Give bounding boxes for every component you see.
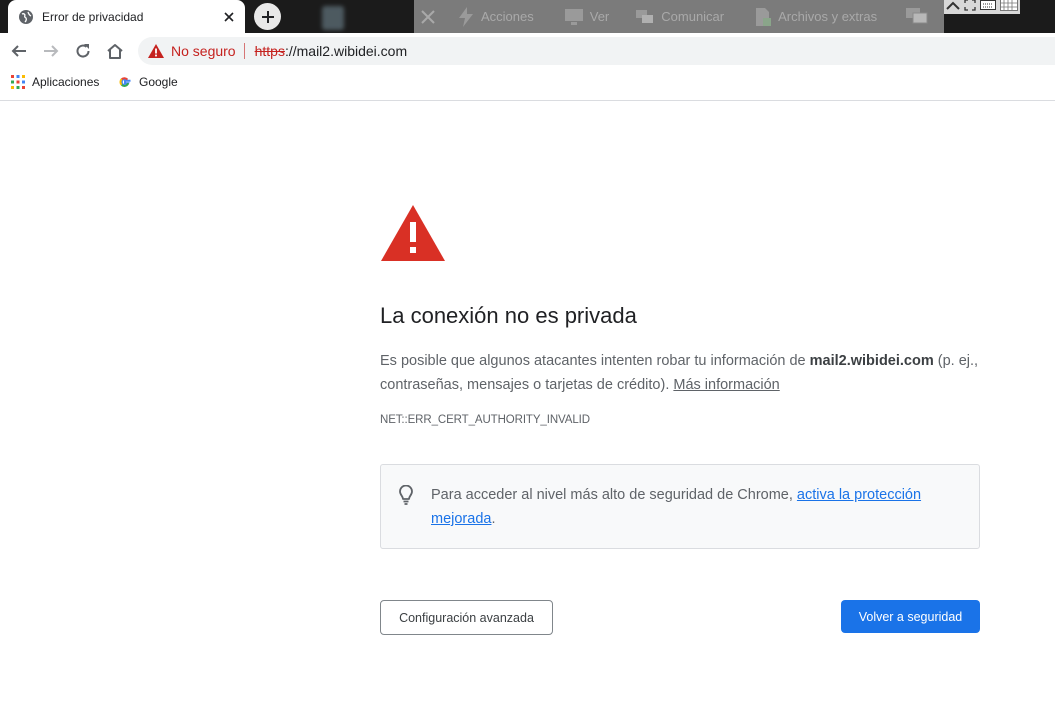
monitor-icon: [564, 8, 583, 25]
remote-files-label: Archivos y extras: [778, 9, 878, 24]
back-button[interactable]: [5, 37, 33, 65]
file-icon: [756, 7, 772, 26]
reload-icon: [76, 44, 90, 58]
omnibox-divider: [243, 43, 245, 59]
forward-button[interactable]: [37, 37, 65, 65]
url-host: ://mail2.wibidei.com: [284, 43, 408, 59]
enhanced-protection-tip: Para acceder al nivel más alto de seguri…: [380, 464, 980, 549]
navigation-bar: No seguro https://mail2.wibidei.com: [0, 33, 1055, 69]
apps-grid-icon: [11, 75, 25, 89]
remote-view-label: Ver: [589, 9, 610, 24]
lightbulb-icon: [399, 485, 413, 505]
globe-icon: [19, 9, 33, 24]
error-code: NET::ERR_CERT_AUTHORITY_INVALID: [380, 414, 590, 426]
chevron-up-icon[interactable]: [946, 0, 960, 16]
home-button[interactable]: [101, 37, 129, 65]
warning-triangle-icon: [148, 44, 164, 58]
keyboard-icon[interactable]: [980, 0, 996, 16]
reload-button[interactable]: [69, 37, 97, 65]
fullscreen-icon[interactable]: [964, 0, 976, 16]
remote-actions-label: Acciones: [481, 9, 534, 24]
close-tab-icon[interactable]: [217, 5, 241, 29]
bookmarks-bar: Aplicaciones Google: [0, 69, 1055, 101]
tab-privacy-error[interactable]: Error de privacidad: [8, 0, 245, 33]
bookmark-apps[interactable]: Aplicaciones: [11, 75, 99, 89]
remote-close-icon[interactable]: [414, 0, 447, 33]
lightning-icon: [459, 6, 473, 27]
remote-communicate-menu[interactable]: Comunicar: [635, 0, 724, 33]
back-to-safety-button[interactable]: Volver a seguridad: [841, 600, 980, 633]
security-label: No seguro: [171, 43, 236, 59]
bookmark-google[interactable]: Google: [118, 75, 178, 89]
large-warning-icon: [381, 205, 445, 261]
blurred-tab-icon: [322, 6, 344, 30]
chat-icon: [636, 9, 654, 23]
address-bar[interactable]: No seguro https://mail2.wibidei.com: [138, 37, 1055, 65]
remote-monitors-icon[interactable]: [905, 0, 935, 33]
remote-control-toolbar: Acciones Ver Comunicar Archivos y extras: [414, 0, 944, 33]
arrow-left-icon: [11, 45, 26, 57]
site-domain: mail2.wibidei.com: [809, 353, 934, 369]
home-icon: [107, 44, 123, 59]
google-icon: [119, 77, 131, 87]
advanced-button[interactable]: Configuración avanzada: [380, 600, 553, 635]
url-text: https://mail2.wibidei.com: [255, 43, 408, 59]
tip-text-end: .: [491, 511, 496, 527]
security-chip[interactable]: No seguro: [138, 43, 236, 59]
remote-actions-menu[interactable]: Acciones: [457, 0, 534, 33]
desc-text-start: Es posible que algunos atacantes intente…: [380, 353, 810, 369]
page-title: La conexión no es privada: [380, 303, 637, 328]
remote-communicate-label: Comunicar: [661, 9, 725, 24]
bookmark-apps-label: Aplicaciones: [32, 75, 100, 89]
remote-window-controls: [944, 0, 1020, 14]
plus-icon: [261, 10, 274, 23]
tip-text-start: Para acceder al nivel más alto de seguri…: [431, 487, 797, 503]
arrow-right-icon: [44, 45, 59, 57]
remote-files-menu[interactable]: Archivos y extras: [754, 0, 877, 33]
tab-title: Error de privacidad: [42, 9, 144, 24]
interstitial-page: La conexión no es privada Es posible que…: [0, 101, 1055, 727]
more-info-link[interactable]: Más información: [673, 377, 779, 393]
tip-text: Para acceder al nivel más alto de seguri…: [431, 483, 951, 531]
url-scheme: https: [254, 43, 285, 59]
tab-strip: Error de privacidad Acciones Ver Comunic…: [0, 0, 1055, 33]
bookmark-google-label: Google: [139, 75, 178, 89]
new-tab-button[interactable]: [254, 3, 281, 30]
grid-icon[interactable]: [1000, 0, 1018, 16]
error-description: Es posible que algunos atacantes intente…: [380, 349, 980, 397]
remote-view-menu[interactable]: Ver: [564, 0, 610, 33]
